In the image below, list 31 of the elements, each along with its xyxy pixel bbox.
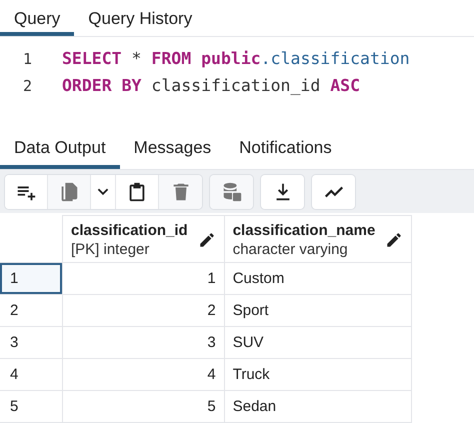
- pencil-icon[interactable]: [385, 231, 404, 249]
- table-cell: 5: [62, 390, 224, 422]
- table-cell: 1: [62, 262, 224, 294]
- table-cell: 3: [62, 326, 224, 358]
- column-header[interactable]: classification_id [PK] integer: [62, 216, 224, 262]
- tab[interactable]: Notifications: [225, 131, 346, 169]
- code-line: SELECT * FROM public.classification: [61, 49, 410, 68]
- table-cell: Sport: [224, 294, 412, 326]
- column-header[interactable]: classification_name character varying: [224, 216, 412, 262]
- table-cell: 2: [62, 294, 224, 326]
- table-cell: Truck: [224, 358, 412, 390]
- row-number[interactable]: 2: [0, 294, 62, 326]
- tab[interactable]: Query History: [74, 0, 206, 36]
- pencil-icon[interactable]: [198, 231, 216, 249]
- table-cell: Custom: [224, 262, 412, 294]
- column-type: [PK] integer: [71, 241, 150, 258]
- code-line: ORDER BY classification_id ASC: [61, 76, 360, 95]
- tab[interactable]: Messages: [120, 131, 226, 169]
- row-number[interactable]: 4: [0, 358, 62, 390]
- line-number: 1: [22, 50, 33, 68]
- table-cell: Sedan: [224, 390, 412, 422]
- table-cell: SUV: [224, 326, 412, 358]
- column-type: character varying: [232, 241, 349, 258]
- column-name: classification_name: [232, 222, 376, 239]
- row-number[interactable]: 3: [0, 326, 62, 358]
- line-number: 2: [22, 76, 33, 94]
- add-row-button[interactable]: [5, 175, 48, 209]
- table-cell: 4: [62, 358, 224, 390]
- row-number[interactable]: 1: [0, 262, 62, 294]
- column-name: classification_id: [71, 222, 188, 239]
- row-number[interactable]: 5: [0, 390, 62, 422]
